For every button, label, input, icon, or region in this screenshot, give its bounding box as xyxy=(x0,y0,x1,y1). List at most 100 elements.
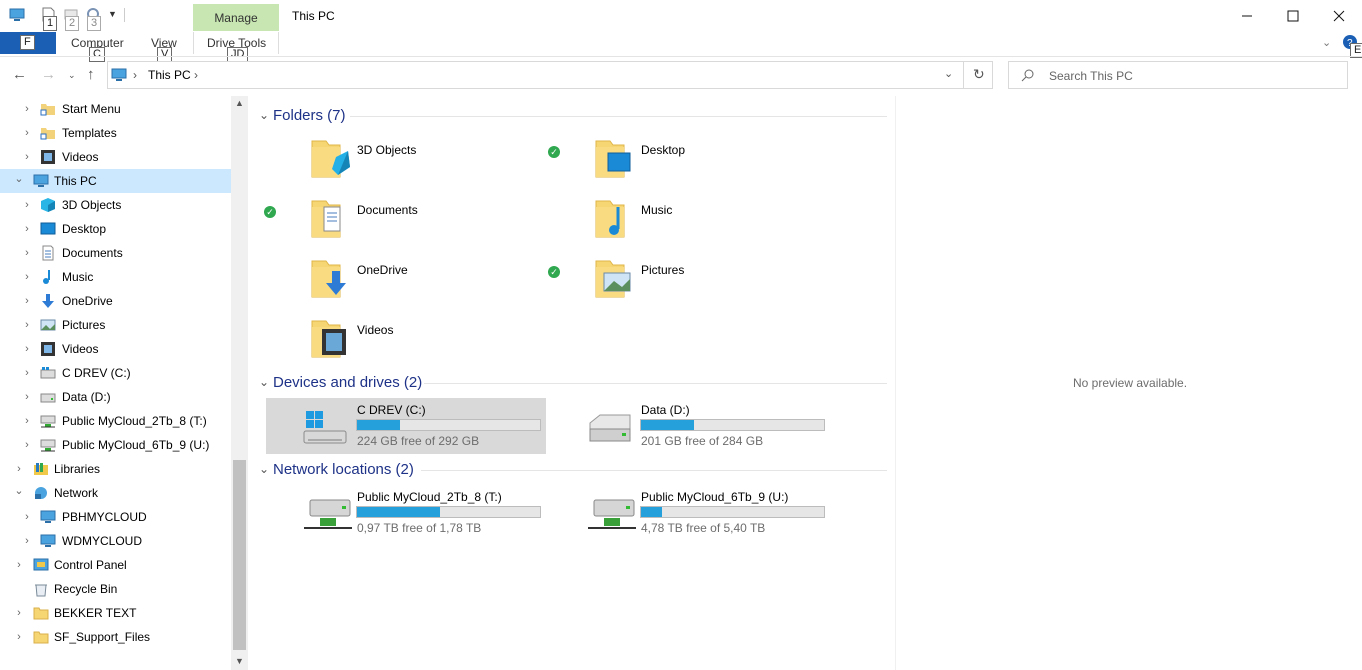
nav-pane-scroll-thumb[interactable] xyxy=(233,460,246,650)
nav-item-10[interactable]: › Videos xyxy=(0,337,231,361)
nav-item-21[interactable]: › BEKKER TEXT xyxy=(0,601,231,625)
collapsed-chevron-icon[interactable]: › xyxy=(22,127,32,139)
collapse-network-icon[interactable]: ⌄ xyxy=(259,462,269,476)
nav-item-11[interactable]: › C DREV (C:) xyxy=(0,361,231,385)
manage-tab[interactable]: Manage xyxy=(193,4,279,32)
folder-label[interactable]: Pictures xyxy=(641,263,684,277)
nav-item-19[interactable]: › Control Panel xyxy=(0,553,231,577)
collapsed-chevron-icon[interactable]: › xyxy=(22,367,32,379)
folder-onedrive-icon[interactable] xyxy=(310,257,354,304)
nav-item-22[interactable]: › SF_Support_Files xyxy=(0,625,231,649)
group-header-network[interactable]: Network locations (2) xyxy=(273,461,414,478)
drive-label[interactable]: C DREV (C:) xyxy=(357,403,426,417)
recent-locations-icon[interactable]: ⌄ xyxy=(68,70,76,81)
nav-item-15[interactable]: › Libraries xyxy=(0,457,231,481)
collapse-folders-icon[interactable]: ⌄ xyxy=(259,108,269,122)
forward-button[interactable]: → xyxy=(41,66,56,83)
group-header-folders[interactable]: Folders (7) xyxy=(273,107,346,124)
folder-label[interactable]: Music xyxy=(641,203,672,217)
search-input[interactable]: Search This PC xyxy=(1049,69,1133,83)
folder-documents-icon[interactable] xyxy=(310,197,354,244)
nav-item-0[interactable]: › Start Menu xyxy=(0,97,231,121)
folder-videos-icon[interactable] xyxy=(310,317,354,364)
expanded-chevron-icon[interactable]: ⌄ xyxy=(14,484,24,497)
folder-music-icon[interactable] xyxy=(594,197,638,244)
network-drive-icon[interactable] xyxy=(586,494,638,537)
collapsed-chevron-icon[interactable]: › xyxy=(22,103,32,115)
collapsed-chevron-icon[interactable]: › xyxy=(14,607,24,619)
collapsed-chevron-icon[interactable]: › xyxy=(22,223,32,235)
drive-label[interactable]: Public MyCloud_6Tb_9 (U:) xyxy=(641,490,788,504)
nav-item-18[interactable]: › WDMYCLOUD xyxy=(0,529,231,553)
3d-objects-icon xyxy=(40,197,56,213)
nav-item-14[interactable]: › Public MyCloud_6Tb_9 (U:) xyxy=(0,433,231,457)
drive-icon[interactable] xyxy=(586,407,632,450)
nav-item-17[interactable]: › PBHMYCLOUD xyxy=(0,505,231,529)
scroll-down-icon[interactable]: ▼ xyxy=(235,656,244,666)
folder-label[interactable]: 3D Objects xyxy=(357,143,416,157)
collapsed-chevron-icon[interactable]: › xyxy=(14,559,24,571)
up-button[interactable]: ↑ xyxy=(87,66,95,83)
folder-label[interactable]: Documents xyxy=(357,203,418,217)
refresh-icon[interactable]: ↻ xyxy=(973,66,985,83)
breadcrumb-separator-icon[interactable]: › xyxy=(194,68,198,82)
folder-label[interactable]: OneDrive xyxy=(357,263,408,277)
breadcrumb-this-pc[interactable]: This PC xyxy=(148,68,191,82)
network-drive-icon[interactable] xyxy=(302,494,354,537)
nav-item-8[interactable]: › OneDrive xyxy=(0,289,231,313)
collapsed-chevron-icon[interactable]: › xyxy=(22,535,32,547)
collapsed-chevron-icon[interactable]: › xyxy=(14,631,24,643)
drive-label[interactable]: Public MyCloud_2Tb_8 (T:) xyxy=(357,490,502,504)
minimize-button[interactable] xyxy=(1224,0,1270,31)
nav-item-label: Data (D:) xyxy=(62,390,111,404)
nav-item-16[interactable]: ⌄ Network xyxy=(0,481,231,505)
address-dropdown-icon[interactable]: ⌄ xyxy=(944,67,953,80)
group-header-drives[interactable]: Devices and drives (2) xyxy=(273,374,422,391)
collapsed-chevron-icon[interactable]: › xyxy=(14,463,24,475)
maximize-button[interactable] xyxy=(1270,0,1316,31)
nav-item-20[interactable]: Recycle Bin xyxy=(0,577,231,601)
scroll-up-icon[interactable]: ▲ xyxy=(235,98,244,108)
back-button[interactable]: ← xyxy=(12,66,27,83)
collapsed-chevron-icon[interactable]: › xyxy=(22,439,32,451)
folder-label[interactable]: Videos xyxy=(357,323,393,337)
folder-pictures-icon[interactable] xyxy=(594,257,638,304)
search-box[interactable]: Search This PC xyxy=(1008,61,1348,89)
nav-item-4[interactable]: › 3D Objects xyxy=(0,193,231,217)
collapse-drives-icon[interactable]: ⌄ xyxy=(259,375,269,389)
expand-ribbon-icon[interactable]: ⌄ xyxy=(1322,36,1331,49)
collapsed-chevron-icon[interactable]: › xyxy=(22,415,32,427)
computer-icon[interactable] xyxy=(9,8,25,22)
nav-item-12[interactable]: › Data (D:) xyxy=(0,385,231,409)
collapsed-chevron-icon[interactable]: › xyxy=(22,247,32,259)
file-tab[interactable]: F xyxy=(0,32,56,54)
windows-drive-icon[interactable] xyxy=(302,407,348,450)
close-button[interactable] xyxy=(1316,0,1362,31)
nav-item-9[interactable]: › Pictures xyxy=(0,313,231,337)
folder-3d-objects-icon[interactable] xyxy=(310,137,354,184)
collapsed-chevron-icon[interactable]: › xyxy=(22,199,32,211)
collapsed-chevron-icon[interactable]: › xyxy=(22,391,32,403)
nav-item-1[interactable]: › Templates xyxy=(0,121,231,145)
drive-label[interactable]: Data (D:) xyxy=(641,403,690,417)
collapsed-chevron-icon[interactable]: › xyxy=(22,271,32,283)
folder-desktop-icon[interactable] xyxy=(594,137,638,184)
collapsed-chevron-icon[interactable]: › xyxy=(22,343,32,355)
nav-item-13[interactable]: › Public MyCloud_2Tb_8 (T:) xyxy=(0,409,231,433)
nav-item-2[interactable]: › Videos xyxy=(0,145,231,169)
collapsed-chevron-icon[interactable]: › xyxy=(22,511,32,523)
sync-status-icon: ✓ xyxy=(264,206,276,218)
nav-item-6[interactable]: › Documents xyxy=(0,241,231,265)
nav-item-5[interactable]: › Desktop xyxy=(0,217,231,241)
nav-item-7[interactable]: › Music xyxy=(0,265,231,289)
nav-item-3[interactable]: ⌄ This PC xyxy=(0,169,231,193)
address-bar[interactable]: › This PC › ⌄ ↻ xyxy=(107,61,993,89)
collapsed-chevron-icon[interactable]: › xyxy=(22,319,32,331)
nav-item-label: Libraries xyxy=(54,462,101,476)
folder-label[interactable]: Desktop xyxy=(641,143,685,157)
qat-dropdown-icon[interactable]: ▼ xyxy=(108,9,117,19)
breadcrumb-separator-icon[interactable]: › xyxy=(133,68,137,82)
collapsed-chevron-icon[interactable]: › xyxy=(22,151,32,163)
expanded-chevron-icon[interactable]: ⌄ xyxy=(14,172,24,185)
collapsed-chevron-icon[interactable]: › xyxy=(22,295,32,307)
